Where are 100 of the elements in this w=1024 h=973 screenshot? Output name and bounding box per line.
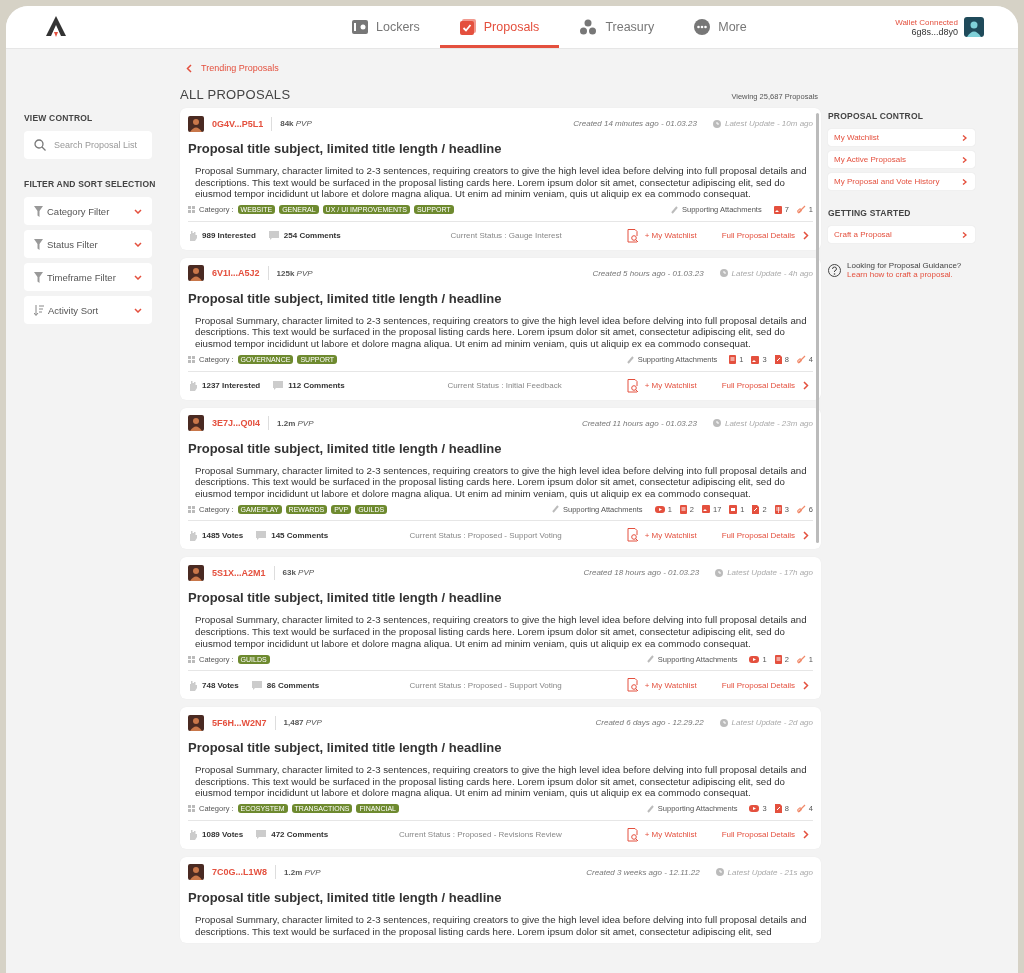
status-text: Current Status : Gauge Interest xyxy=(450,231,562,241)
created-date: Created 11 hours ago - 01.03.23 xyxy=(581,418,697,428)
chevron-left-icon xyxy=(186,63,192,73)
pvp-value: 125k PVP xyxy=(276,268,313,278)
filter-dropdown[interactable]: Timeframe Filter xyxy=(24,263,152,291)
author-link[interactable]: 5F6H...W2N7 xyxy=(212,717,267,728)
author-link[interactable]: 6V1I...A5J2 xyxy=(212,268,260,279)
avatar-icon xyxy=(188,115,204,132)
details-link[interactable]: Full Proposal Details xyxy=(721,231,809,241)
watchlist-button[interactable]: + My Watchlist xyxy=(626,528,697,543)
watchlist-button[interactable]: + My Watchlist xyxy=(626,827,697,842)
clock-icon xyxy=(719,269,728,278)
grid-icon xyxy=(188,655,195,663)
back-link[interactable]: Trending Proposals xyxy=(186,61,821,75)
section-heading: VIEW CONTROL xyxy=(24,113,94,123)
comment-icon xyxy=(273,381,284,391)
status-text: Current Status : Initial Feedback xyxy=(447,381,562,391)
proposal-title: Proposal title subject, limited title length / headline xyxy=(188,141,503,156)
filter-dropdown[interactable]: Category Filter xyxy=(24,197,152,225)
created-date: Created 3 weeks ago - 12.11.22 xyxy=(586,867,700,877)
nav-tab[interactable]: More xyxy=(674,6,767,48)
comment-count: 86 Comments xyxy=(266,680,320,690)
avatar-icon xyxy=(188,415,204,432)
proposal-title: Proposal title subject, limited title length / headline xyxy=(188,290,503,306)
nav-tab[interactable]: Lockers xyxy=(332,6,440,48)
wallet-address: 6g8s...d8y0 xyxy=(911,26,958,37)
comment-icon xyxy=(256,530,267,540)
pvp-value: 84k PVP xyxy=(280,119,312,128)
proposal-summary: Proposal Summary, character limited to 2-3 sentences, requiring creators to give the high level idea before delving into full proposal details and descriptions. This text would be surfaced in the proposal listing cards here. Lorem ipsum dolor sit amet, consectetur adipiscing elit, sed do eiusmod tempor incididunt ut labore et dolore magna aliqua. Ut enim ad minim veniam, quis ut aliquip ex ea commodo consequat. xyxy=(195,614,808,650)
pvp-value: 63k PVP xyxy=(282,568,315,578)
logo-icon[interactable] xyxy=(46,16,66,38)
help-text: Looking for Proposal Guidance? xyxy=(847,261,962,270)
watchlist-button[interactable]: + My Watchlist xyxy=(626,678,697,693)
filter-dropdown[interactable]: Status Filter xyxy=(24,230,152,258)
scrollbar[interactable] xyxy=(816,113,819,543)
update-time: Latest Update - 2d ago xyxy=(731,718,813,728)
engagement-count: 989 Interested xyxy=(202,231,256,241)
clock-icon xyxy=(712,119,721,128)
comment-icon xyxy=(268,231,279,241)
filter-dropdown[interactable]: Activity Sort xyxy=(24,296,152,324)
chevron-down-icon xyxy=(134,208,142,214)
chevron-right-icon xyxy=(803,680,809,690)
chevron-right-icon xyxy=(962,178,967,185)
document-search-icon xyxy=(626,378,639,393)
proposal-title: Proposal title subject, limited title length / headline xyxy=(188,440,503,456)
status-text: Current Status : Proposed - Revisions Review xyxy=(398,830,562,840)
grid-icon xyxy=(188,356,195,364)
proposal-summary: Proposal Summary, character limited to 2-3 sentences, requiring creators to give the high level idea before delving into full proposal details and descriptions. This text would be surfaced in the proposal listing cards here. Lorem ipsum dolor sit amet, consectetur adipiscing elit, sed do eiusmod tempor incididunt ut labore et dolore magna aliqua. Ut enim ad minim veniam, quis ut aliquip ex ea commodo consequat. xyxy=(195,314,808,350)
document-search-icon xyxy=(626,827,639,842)
panel-link[interactable]: Craft a Proposal xyxy=(828,226,975,243)
avatar-icon xyxy=(188,564,204,581)
engagement-count: 748 Votes xyxy=(202,680,239,690)
panel-link[interactable]: My Proposal and Vote History xyxy=(828,173,975,190)
author-link[interactable]: 7C0G...L1W8 xyxy=(212,867,267,878)
status-text: Current Status : Proposed - Support Voting xyxy=(409,530,562,540)
panel-link[interactable]: My Watchlist xyxy=(828,129,975,146)
avatar-icon xyxy=(188,714,204,731)
details-link[interactable]: Full Proposal Details xyxy=(721,530,809,540)
created-date: Created 5 hours ago - 01.03.23 xyxy=(592,268,704,278)
chevron-right-icon xyxy=(803,381,809,391)
proposal-title: Proposal title subject, limited title length / headline xyxy=(188,590,503,606)
chevron-down-icon xyxy=(134,241,142,247)
help-link[interactable]: Learn how to craft a proposal. xyxy=(847,270,962,279)
nav-tab[interactable]: Treasury xyxy=(559,6,675,48)
author-link[interactable]: 0G4V...P5L1 xyxy=(212,118,264,129)
hand-icon xyxy=(188,829,197,841)
panel-link[interactable]: My Active Proposals xyxy=(828,151,975,168)
chevron-right-icon xyxy=(803,231,809,241)
proposal-title: Proposal title subject, limited title length / headline xyxy=(188,889,503,905)
chevron-right-icon xyxy=(962,156,967,163)
comment-icon xyxy=(256,830,267,840)
more-icon xyxy=(694,19,711,35)
safe-icon xyxy=(352,20,368,34)
filter-icon xyxy=(34,271,43,283)
document-search-icon xyxy=(626,228,639,243)
author-link[interactable]: 5S1X...A2M1 xyxy=(212,567,266,578)
engagement-count: 1237 Interested xyxy=(202,381,261,391)
document-search-icon xyxy=(626,528,639,543)
watchlist-button[interactable]: + My Watchlist xyxy=(626,378,697,393)
proposal-summary: Proposal Summary, character limited to 2-3 sentences, requiring creators to give the high level idea before delving into full proposal details and descriptions. This text would be surfaced in the proposal listing cards here. Lorem ipsum dolor sit amet, consectetur adipiscing elit, sed do eiusmod tempor incididunt ut labore et dolore magna aliqua. Ut enim ad minim veniam, quis ut aliquip ex ea commodo consequat. xyxy=(195,764,808,799)
nav-tab[interactable]: Proposals xyxy=(439,6,560,48)
proposal-summary: Proposal Summary, character limited to 2-3 sentences, requiring creators to give the high level idea before delving into full proposal details and descriptions. This text would be surfaced in the proposal listing cards here. Lorem ipsum dolor sit amet, consectetur adipiscing elit, sed do eiusmod tempor incididunt ut labore et dolore magna aliqua. Ut enim ad minim veniam, quis ut aliquip ex ea commodo consequat. xyxy=(195,165,808,200)
engagement-count: 1089 Votes xyxy=(202,830,244,840)
hand-icon xyxy=(188,529,197,541)
wallet-status: Wallet Connected xyxy=(895,17,958,27)
grid-icon xyxy=(188,206,195,214)
created-date: Created 14 minutes ago - 01.03.23 xyxy=(573,119,697,128)
update-time: Latest Update - 21s ago xyxy=(727,867,813,877)
status-text: Current Status : Proposed - Support Voting xyxy=(409,680,562,690)
details-link[interactable]: Full Proposal Details xyxy=(721,381,809,391)
document-search-icon xyxy=(626,678,639,693)
update-time: Latest Update - 23m ago xyxy=(724,418,813,428)
details-link[interactable]: Full Proposal Details xyxy=(721,830,809,840)
search-field[interactable]: Search Proposal List xyxy=(24,131,152,159)
grid-icon xyxy=(188,805,195,813)
avatar-icon[interactable] xyxy=(964,17,984,37)
details-link[interactable]: Full Proposal Details xyxy=(721,680,809,690)
pvp-value: 1.2m PVP xyxy=(284,867,321,877)
author-link[interactable]: 3E7J...Q0I4 xyxy=(212,418,261,429)
watchlist-button[interactable]: + My Watchlist xyxy=(626,228,697,243)
